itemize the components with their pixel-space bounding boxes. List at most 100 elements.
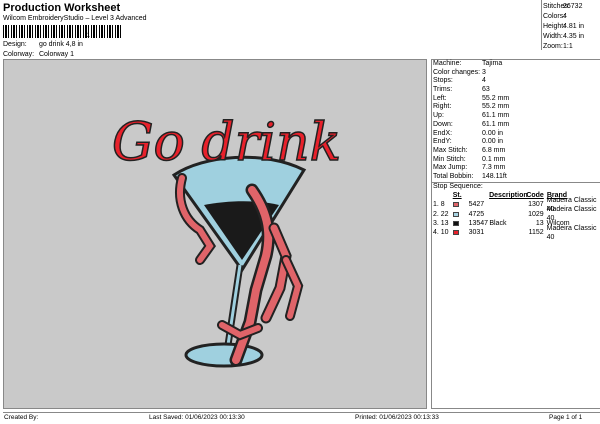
info-value: 6.8 mm (482, 146, 506, 154)
stat-row: Stitches: 26732 (543, 2, 600, 12)
color-swatch (452, 211, 459, 217)
stop-code: 1307 (528, 201, 544, 209)
stat-row: Height: 4.81 in (543, 22, 600, 32)
info-label: Min Stitch: (433, 155, 466, 163)
header-num (433, 191, 453, 200)
stop-stitches: 3031 (468, 229, 485, 237)
page-number: Page 1 of 1 (549, 414, 583, 421)
page-title: Production Worksheet (3, 2, 121, 14)
stat-label: Stitches: (543, 3, 570, 10)
stop-stitches: 4725 (468, 210, 485, 218)
stat-value: 1:1 (563, 43, 573, 50)
info-row: Left: 55.2 mm (432, 95, 600, 104)
info-value: 0.1 mm (482, 155, 506, 163)
footer: Created By: Last Saved: 01/06/2023 00:13… (3, 412, 600, 422)
info-value: 55.2 mm (482, 103, 510, 111)
stop-stitches: 5427 (468, 201, 485, 209)
header-description: Description (489, 192, 528, 200)
stat-value: 4.81 in (563, 23, 585, 30)
divider (541, 0, 542, 50)
info-label: Machine: (433, 60, 462, 67)
info-label: Stops: (433, 77, 453, 85)
stop-sequence-title: Stop Sequence: (433, 182, 483, 190)
info-row: Max Stitch: 6.8 mm (432, 147, 600, 156)
stat-value: 4 (563, 13, 567, 20)
stat-row: Colors: 4 (543, 12, 600, 22)
stats-panel: Stitches: 26732 Colors: 4 Height: 4.81 in W… (543, 2, 600, 52)
stop-row: 4. 10 3031 1152 Madeira Classic 40 (432, 225, 600, 241)
info-label: Right: (433, 103, 452, 111)
printed-date: Printed: 01/06/2023 00:13:33 (355, 414, 439, 421)
software-subtitle: Wilcom EmbroideryStudio – Level 3 Advanc… (3, 15, 147, 22)
info-label: Down: (433, 120, 453, 128)
barcode-mark: ,1 (85, 33, 91, 39)
stat-label: Zoom: (543, 43, 563, 50)
stat-label: Height: (543, 23, 566, 30)
info-row: Color changes: 3 (432, 69, 600, 78)
design-value: go drink 4,8 in (38, 41, 83, 48)
stat-label: Width: (543, 33, 563, 40)
glass-base (184, 342, 264, 368)
info-row: Machine: Tajima (432, 60, 600, 69)
stop-code: 13 (535, 219, 544, 227)
colorway-label: Colorway: (3, 51, 35, 58)
stat-value: 26732 (563, 3, 583, 10)
embroidery-artwork: Go drink (111, 112, 342, 368)
stat-row: Zoom: 1:1 (543, 42, 600, 52)
info-row: Right: 55.2 mm (432, 103, 600, 112)
info-value: 63 (482, 86, 490, 94)
header-stitches (468, 191, 489, 200)
stop-stitches: 13547 (468, 219, 489, 227)
color-swatch (452, 221, 459, 227)
artwork-text: Go drink (112, 113, 341, 173)
stop-row: 2. 22 4725 1029 Madeira Classic 40 (432, 206, 600, 222)
stat-label: Colors: (543, 13, 566, 20)
stat-value: 4.35 in (563, 33, 585, 40)
info-value: 7.3 mm (482, 164, 506, 172)
info-value: 55.2 mm (482, 94, 510, 102)
stop-description: Black (489, 219, 507, 227)
last-saved: Last Saved: 01/06/2023 00:13:30 (149, 414, 245, 421)
info-row: Trims: 63 (432, 86, 600, 95)
header-code: Code (526, 192, 544, 200)
color-swatch (452, 202, 459, 208)
info-label: Left: (433, 94, 447, 102)
created-by: Created By: (4, 414, 39, 421)
info-row: Min Stitch: 0.1 mm (432, 156, 600, 165)
info-row: Up: 61.1 mm (432, 112, 600, 121)
machine-info-panel: Machine: Tajima Color changes: 3 Stops: 4 T… (431, 59, 600, 409)
barcode (3, 25, 123, 38)
stop-code: 1029 (528, 210, 544, 218)
design-label: Design: (3, 41, 27, 48)
info-value: 0.00 in (482, 129, 504, 137)
info-label: Trims: (433, 86, 453, 94)
info-label: Max Stitch: (433, 146, 468, 154)
stop-brand: Madeira Classic 40 (546, 224, 597, 241)
stop-number: 4. 10 (433, 229, 449, 237)
color-swatch (452, 230, 459, 236)
info-value: 0.00 in (482, 138, 504, 146)
info-row: Max Jump: 7.3 mm (432, 164, 600, 173)
design-preview: Go drink (3, 59, 427, 409)
info-label: Color changes: (433, 68, 481, 76)
info-value: 3 (482, 68, 486, 76)
stop-number: 3. 13 (433, 219, 449, 227)
info-value: 61.1 mm (482, 112, 510, 120)
stop-number: 1. 8 (433, 201, 445, 209)
header-st: St. (452, 192, 462, 200)
stat-row: Width: 4.35 in (543, 32, 600, 42)
info-label: Total Bobbin: (433, 172, 474, 180)
info-label: Max Jump: (433, 164, 468, 172)
info-row: EndX: 0.00 in (432, 130, 600, 139)
stop-number: 2. 22 (433, 210, 449, 218)
colorway-value: Colorway 1 (38, 51, 74, 58)
info-label: EndX: (433, 129, 453, 137)
info-row: Stops: 4 (432, 77, 600, 86)
colorway-row: Colorway: Colorway 1 (3, 51, 74, 58)
info-row: Down: 61.1 mm (432, 121, 600, 130)
info-row: Total Bobbin: 148.11ft (432, 173, 600, 182)
info-value: 4 (482, 77, 486, 85)
info-label: Up: (433, 112, 444, 120)
stop-code: 1152 (528, 229, 544, 237)
info-value: 61.1 mm (482, 120, 510, 128)
